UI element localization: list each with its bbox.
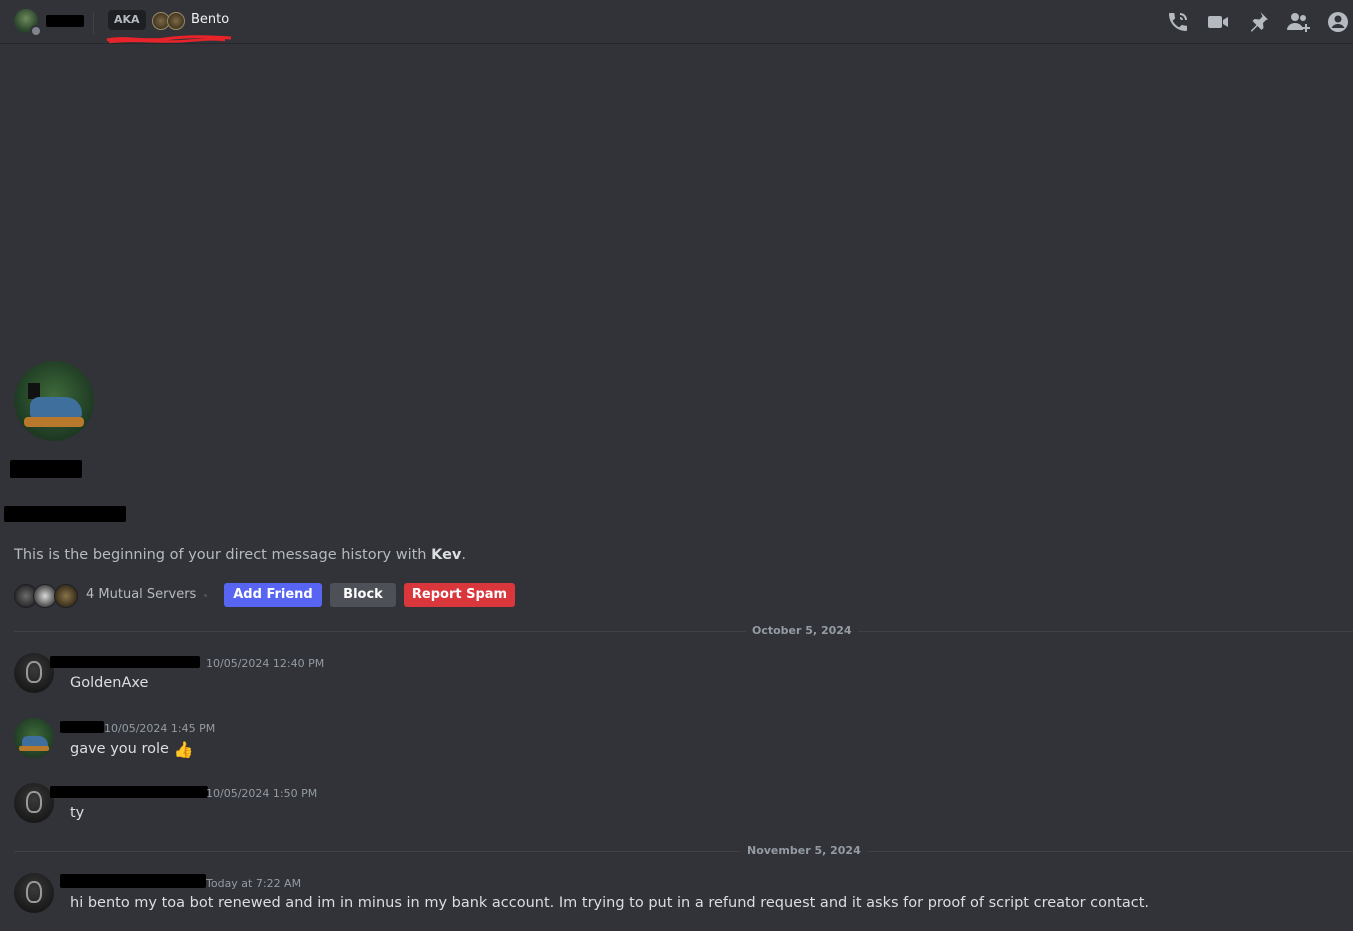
add-friend-button[interactable]: Add Friend [224, 583, 322, 607]
add-friends-to-dm-icon[interactable] [1286, 10, 1310, 34]
profile-avatar[interactable] [14, 361, 94, 441]
avatar-ground [24, 417, 84, 427]
intro-suffix: . [461, 547, 466, 563]
message-content: ty [70, 805, 85, 821]
message-timestamp: 10/05/2024 1:45 PM [104, 722, 216, 735]
thumbs-up-icon: 👍 [173, 740, 194, 759]
mask-icon [26, 661, 42, 683]
date-divider-label: November 5, 2024 [741, 844, 867, 857]
block-button[interactable]: Block [330, 583, 396, 607]
message-avatar[interactable] [14, 783, 54, 823]
separator-dot [204, 594, 207, 597]
mask-icon [26, 881, 42, 903]
redacted-author [50, 786, 208, 798]
message-timestamp: Today at 7:22 AM [206, 877, 302, 890]
intro-prefix: This is the beginning of your direct mes… [14, 547, 432, 563]
server-coin-icon [167, 12, 185, 30]
redacted-username [46, 15, 84, 27]
aka-badge: AKA [108, 10, 146, 30]
mutual-server-icons[interactable] [14, 584, 80, 608]
aka-name[interactable]: Bento [191, 12, 229, 27]
status-indicator [30, 25, 42, 37]
video-call-icon[interactable] [1206, 10, 1230, 34]
aka-server-icons [152, 12, 186, 30]
message-avatar[interactable] [14, 873, 54, 913]
redacted-display-name [10, 460, 82, 478]
mutual-servers-link[interactable]: 4 Mutual Servers [86, 587, 196, 602]
voice-call-icon[interactable] [1166, 10, 1190, 34]
avatar-ground [19, 746, 49, 751]
redacted-author [60, 874, 206, 888]
message-text: gave you role [70, 741, 169, 757]
redacted-handle [4, 506, 126, 522]
redacted-author [50, 656, 200, 668]
server-icon [54, 584, 78, 608]
message-timestamp: 10/05/2024 12:40 PM [206, 657, 325, 670]
date-divider-label: October 5, 2024 [746, 624, 858, 637]
mask-icon [26, 791, 42, 813]
user-profile-icon[interactable] [1326, 10, 1350, 34]
red-scribble-annotation [106, 35, 232, 44]
date-divider [14, 631, 1353, 632]
message-avatar[interactable] [14, 653, 54, 693]
header-divider [93, 12, 94, 34]
avatar-creature [30, 397, 82, 419]
message-timestamp: 10/05/2024 1:50 PM [206, 787, 318, 800]
redacted-author [60, 721, 104, 733]
message-content: gave you role 👍 [70, 740, 193, 759]
message-content: hi bento my toa bot renewed and im in mi… [70, 895, 1150, 911]
dm-header: AKA Bento [0, 0, 1353, 44]
report-spam-button[interactable]: Report Spam [404, 583, 515, 607]
message-content: GoldenAxe [70, 675, 149, 691]
message-avatar[interactable] [14, 718, 54, 758]
date-divider [14, 851, 1353, 852]
intro-user-name: Kev [431, 547, 462, 563]
mutual-actions-row: 4 Mutual Servers Add Friend Block Report… [14, 583, 534, 608]
pin-icon[interactable] [1246, 10, 1270, 34]
dm-history-intro: This is the beginning of your direct mes… [14, 547, 466, 563]
